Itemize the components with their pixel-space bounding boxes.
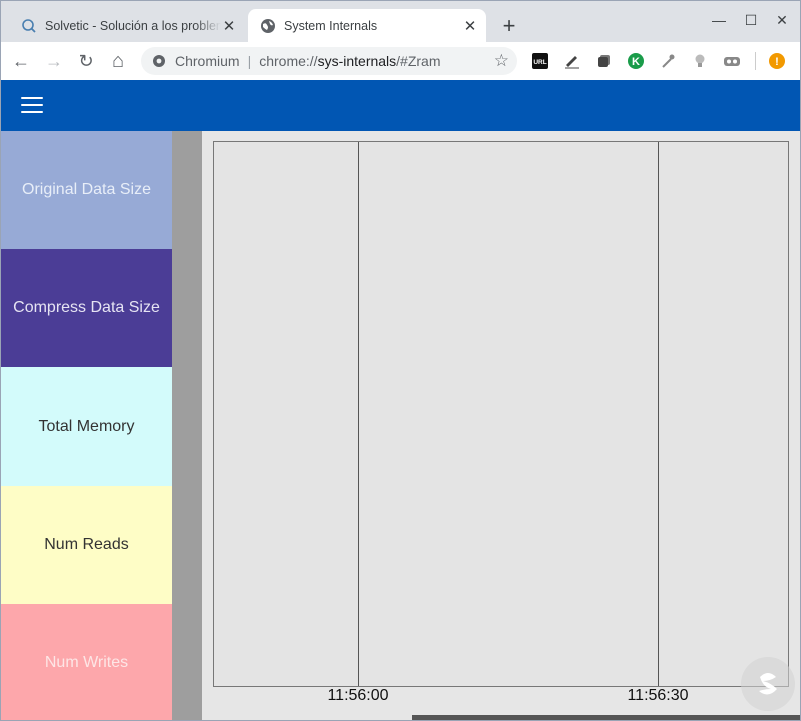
svg-text:URL: URL xyxy=(533,59,546,66)
legend-label: Original Data Size xyxy=(22,181,151,198)
legend-sidebar: Original Data Size Compress Data Size To… xyxy=(1,131,172,720)
legend-label: Num Reads xyxy=(44,536,129,553)
new-tab-button[interactable]: + xyxy=(497,13,521,38)
tab-system-internals[interactable]: System Internals ✕ xyxy=(248,9,486,42)
back-icon[interactable]: ← xyxy=(9,49,33,73)
pen-extension-icon[interactable] xyxy=(563,52,581,70)
svg-text:!: ! xyxy=(775,56,779,68)
toolbar-divider xyxy=(755,52,756,70)
forward-icon[interactable]: → xyxy=(42,49,66,73)
bulb-extension-icon[interactable] xyxy=(691,52,709,70)
close-icon[interactable]: ✕ xyxy=(221,18,237,35)
legend-label: Num Writes xyxy=(44,653,129,671)
legend-num-reads[interactable]: Num Reads xyxy=(1,486,172,604)
legend-label: Total Memory xyxy=(38,417,135,435)
horizontal-scrollbar[interactable] xyxy=(412,715,800,720)
gridline-11-56-30 xyxy=(658,142,659,686)
browser-window: Solvetic - Solución a los problemas ✕ Sy… xyxy=(0,0,801,721)
vr-extension-icon[interactable] xyxy=(723,52,741,70)
sidebar-gutter xyxy=(172,131,202,720)
browser-toolbar: ← → ↻ ⌂ Chromium | chrome://sys-internal… xyxy=(1,42,800,80)
address-separator: | xyxy=(247,53,252,69)
chart-plot xyxy=(213,141,789,687)
legend-compress-data-size[interactable]: Compress Data Size xyxy=(1,249,172,367)
legend-original-data-size[interactable]: Original Data Size xyxy=(1,131,172,249)
app-header xyxy=(1,80,800,131)
legend-label: Compress Data Size xyxy=(13,299,160,316)
close-window-icon[interactable]: ✕ xyxy=(773,11,791,29)
kaspersky-extension-icon[interactable]: K xyxy=(627,52,645,70)
site-label: Chromium xyxy=(175,53,240,69)
maximize-icon[interactable]: ☐ xyxy=(742,11,760,29)
minimize-icon[interactable]: — xyxy=(710,11,728,29)
bookmark-star-icon[interactable]: ☆ xyxy=(494,51,509,71)
home-icon[interactable]: ⌂ xyxy=(106,49,130,73)
svg-text:K: K xyxy=(632,56,640,68)
solvetic-search-icon xyxy=(21,18,37,34)
globe-icon xyxy=(260,18,276,34)
alert-icon[interactable]: ! xyxy=(768,52,786,70)
menu-icon[interactable] xyxy=(21,95,43,115)
tabs-extension-icon[interactable] xyxy=(595,52,613,70)
tab-solvetic[interactable]: Solvetic - Solución a los problemas ✕ xyxy=(9,9,245,42)
url-text: chrome://sys-internals/#Zram xyxy=(259,53,441,69)
address-bar[interactable]: Chromium | chrome://sys-internals/#Zram … xyxy=(141,47,517,75)
legend-num-writes[interactable]: Num Writes xyxy=(1,604,172,720)
chromium-site-icon xyxy=(151,53,167,69)
eyedropper-extension-icon[interactable] xyxy=(659,52,677,70)
gridline-11-56-00 xyxy=(358,142,359,686)
x-tick-label: 11:56:30 xyxy=(627,687,689,704)
tab-title: Solvetic - Solución a los problemas xyxy=(45,18,221,33)
chart-area: 11:56:00 11:56:30 xyxy=(202,131,800,720)
legend-total-memory[interactable]: Total Memory xyxy=(1,367,172,486)
tab-title: System Internals xyxy=(284,18,378,33)
x-tick-label: 11:56:00 xyxy=(327,687,389,704)
tab-strip: Solvetic - Solución a los problemas ✕ Sy… xyxy=(1,1,800,42)
url-extension-icon[interactable]: URL xyxy=(531,52,549,70)
reload-icon[interactable]: ↻ xyxy=(74,49,98,73)
solvetic-watermark-logo xyxy=(741,657,795,711)
close-icon[interactable]: ✕ xyxy=(462,18,478,35)
